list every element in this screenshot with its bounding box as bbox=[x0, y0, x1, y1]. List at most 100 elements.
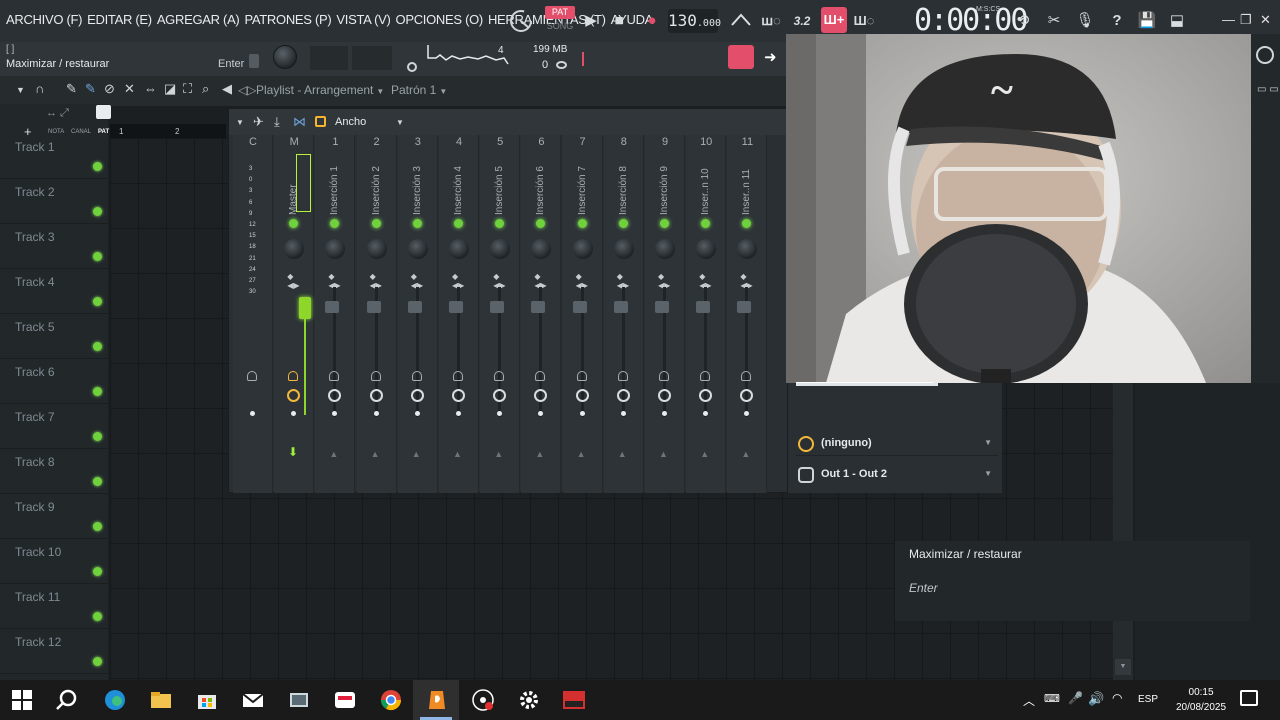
track-header[interactable]: Track 2 bbox=[0, 179, 108, 224]
strip-route-dot[interactable] bbox=[579, 411, 585, 416]
mixer-insert-strip[interactable]: 1 Inserción 1 ◆ ◀▶ ▲ bbox=[315, 135, 356, 493]
record-button[interactable]: ● bbox=[641, 10, 663, 32]
strip-route-dot[interactable] bbox=[332, 411, 338, 416]
track-header[interactable]: Track 4 bbox=[0, 269, 108, 314]
browser-globe-icon[interactable] bbox=[1256, 46, 1274, 64]
track-header[interactable]: Track 1 bbox=[0, 134, 108, 179]
track-name[interactable]: Track 10 bbox=[15, 545, 61, 559]
track-name[interactable]: Track 1 bbox=[15, 140, 55, 154]
voicemeeter-icon[interactable] bbox=[562, 688, 586, 712]
strip-fx-icon[interactable] bbox=[658, 389, 671, 402]
strip-fx-icon[interactable] bbox=[287, 389, 301, 402]
edge-browser-icon[interactable] bbox=[103, 688, 127, 712]
mixer-insert-strip[interactable]: 5 Inserción 5 ◆ ◀▶ ▲ bbox=[480, 135, 521, 493]
strip-route-dot[interactable] bbox=[414, 411, 420, 416]
search-icon[interactable] bbox=[55, 688, 79, 712]
wait-input-icon[interactable]: ꟺ◌ bbox=[760, 10, 782, 32]
mixer-menu-icon[interactable]: ▼ bbox=[236, 118, 244, 127]
track-name[interactable]: Track 9 bbox=[15, 500, 55, 514]
chrome-icon[interactable] bbox=[379, 688, 403, 712]
time-format[interactable]: M:S:CS bbox=[976, 6, 1000, 13]
timeline-ruler[interactable]: 1 2 bbox=[110, 124, 226, 138]
strip-record-arm-icon[interactable] bbox=[659, 371, 669, 381]
mixer-width-icon[interactable] bbox=[315, 116, 326, 127]
strip-fader[interactable] bbox=[490, 301, 505, 313]
song-mode[interactable]: SONG bbox=[545, 19, 575, 33]
mixer-width-label[interactable]: Ancho bbox=[335, 116, 366, 128]
strip-name[interactable]: Inserción 1 bbox=[329, 155, 343, 215]
track-name[interactable]: Track 8 bbox=[15, 455, 55, 469]
track-mute-led[interactable] bbox=[93, 387, 102, 396]
strip-send-arrow-icon[interactable]: ▲ bbox=[577, 449, 586, 459]
strip-route-dot[interactable] bbox=[620, 411, 626, 416]
track-move-icon[interactable]: ↔ ⤢ bbox=[46, 107, 69, 120]
strip-name[interactable]: Inserción 8 bbox=[618, 155, 632, 215]
strip-enable-led[interactable] bbox=[701, 219, 711, 228]
strip-name[interactable]: Inserción 2 bbox=[371, 155, 385, 215]
strip-name[interactable]: Inserción 3 bbox=[412, 155, 426, 215]
snipping-tool-icon[interactable] bbox=[287, 688, 311, 712]
mixer-download-icon[interactable]: ⤓ bbox=[274, 114, 280, 130]
strip-pan-knob[interactable] bbox=[366, 239, 387, 259]
mixer-insert-strip[interactable]: 9 Inserción 9 ◆ ◀▶ ▲ bbox=[645, 135, 685, 493]
track-header[interactable]: Track 9 bbox=[0, 494, 108, 539]
strip-fx-icon[interactable] bbox=[699, 389, 713, 402]
file-explorer-icon[interactable] bbox=[149, 688, 173, 712]
pat-mode[interactable]: PAT bbox=[545, 6, 575, 19]
pat-song-toggle[interactable]: PAT SONG bbox=[545, 6, 575, 36]
strip-stereo-icon[interactable]: ◆ ◀▶ bbox=[287, 272, 299, 290]
track-mute-led[interactable] bbox=[93, 297, 102, 306]
menu-vista[interactable]: VISTA (V) bbox=[336, 12, 390, 27]
strip-record-arm-icon[interactable] bbox=[370, 371, 381, 381]
strip-enable-led[interactable] bbox=[412, 219, 422, 228]
strip-name[interactable]: Inserción 5 bbox=[494, 155, 508, 215]
strip-fader[interactable] bbox=[613, 301, 628, 313]
mixer-width-dropdown-icon[interactable]: ▼ bbox=[396, 118, 404, 127]
help-icon[interactable]: ? bbox=[1106, 10, 1128, 32]
track-header[interactable]: Track 5 bbox=[0, 314, 108, 359]
pattern-selector[interactable]: Patrón 1 bbox=[391, 83, 436, 97]
strip-enable-led[interactable] bbox=[577, 219, 587, 228]
strip-send-arrow-icon[interactable]: ▲ bbox=[494, 449, 503, 459]
strip-fader[interactable] bbox=[449, 301, 463, 313]
tray-overflow-icon[interactable]: ︿ bbox=[1023, 692, 1035, 709]
settings-gear-icon[interactable] bbox=[517, 688, 541, 712]
strip-pan-knob[interactable] bbox=[284, 239, 305, 259]
volume-icon[interactable]: 🔊 bbox=[1088, 691, 1104, 707]
mixer-link-icon[interactable]: ⋈ bbox=[293, 114, 306, 130]
mixer-insert-strip[interactable]: 11 Inser..n 11 ◆ ◀▶ ▲ bbox=[727, 135, 768, 493]
strip-send-arrow-icon[interactable]: ▲ bbox=[659, 449, 668, 459]
mixer-insert-strip[interactable]: 4 Inserción 4 ◆ ◀▶ ▲ bbox=[439, 135, 479, 493]
strip-send-arrow-icon[interactable]: ▲ bbox=[535, 449, 544, 459]
track-mute-led[interactable] bbox=[93, 612, 102, 621]
strip-send-arrow-icon[interactable]: ▲ bbox=[700, 449, 709, 459]
strip-send-arrow-icon[interactable]: ▲ bbox=[741, 449, 750, 459]
cut-icon[interactable]: ✂ bbox=[1043, 10, 1065, 32]
mute-tool-icon[interactable]: ✕ bbox=[124, 81, 135, 97]
strip-route-dot[interactable] bbox=[538, 411, 544, 416]
output-routing[interactable]: Out 1 - Out 2 ▼ bbox=[796, 463, 998, 487]
restore-icon[interactable]: ❐ bbox=[1240, 12, 1252, 28]
strip-record-arm-icon[interactable] bbox=[576, 371, 587, 381]
strip-route-dot[interactable] bbox=[250, 411, 255, 416]
track-header[interactable]: Track 10 bbox=[0, 539, 108, 584]
mixer-insert-strip[interactable]: 2 Inserción 2 ◆ ◀▶ ▲ bbox=[356, 135, 397, 493]
mixer-insert-strip[interactable]: 7 Inserción 7 ◆ ◀▶ ▲ bbox=[562, 135, 603, 493]
strip-enable-led[interactable] bbox=[330, 219, 340, 228]
strip-enable-led[interactable] bbox=[289, 219, 299, 228]
microphone-icon[interactable]: 🎙 bbox=[1074, 10, 1096, 32]
track-mute-led[interactable] bbox=[93, 477, 102, 486]
menu-opciones[interactable]: OPCIONES (O) bbox=[396, 12, 484, 27]
strip-pan-knob[interactable] bbox=[531, 239, 552, 259]
close-icon[interactable]: ✕ bbox=[1260, 12, 1271, 28]
strip-fader[interactable] bbox=[407, 301, 422, 313]
track-header[interactable]: Track 12 bbox=[0, 629, 108, 674]
master-fader[interactable] bbox=[299, 297, 311, 319]
strip-fader[interactable] bbox=[696, 301, 711, 313]
minimize-icon[interactable]: — bbox=[1222, 12, 1235, 27]
master-volume-knob[interactable] bbox=[273, 45, 297, 69]
strip-enable-led[interactable] bbox=[536, 219, 546, 228]
track-name[interactable]: Track 11 bbox=[15, 590, 60, 604]
strip-send-arrow-icon[interactable]: ▲ bbox=[371, 449, 380, 459]
strip-fx-icon[interactable] bbox=[369, 389, 383, 402]
